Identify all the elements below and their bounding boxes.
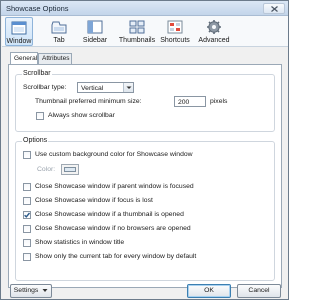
shortcuts-icon xyxy=(167,20,183,34)
tab-icon xyxy=(51,21,67,34)
cancel-label: Cancel xyxy=(248,287,270,294)
options-window: Showcase Options Window Tab Sidebar Thum… xyxy=(0,0,289,300)
toolbar-tab[interactable]: Tab xyxy=(48,17,70,46)
color-label: Color: xyxy=(37,166,56,173)
toolbar-label: Shortcuts xyxy=(160,37,190,44)
option-checkbox[interactable] xyxy=(23,253,31,261)
toolbar-label: Tab xyxy=(53,37,65,44)
general-panel: Scrollbar Scrollbar type: Vertical Thumb… xyxy=(8,64,282,288)
option-label: Close Showcase window if no browsers are… xyxy=(35,225,191,232)
option-label: Show only the current tab for every wind… xyxy=(35,253,197,260)
close-icon xyxy=(271,6,278,12)
option-label: Close Showcase window if a thumbnail is … xyxy=(35,211,184,218)
toolbar-shortcuts[interactable]: Shortcuts xyxy=(159,17,191,46)
ok-label: OK xyxy=(204,287,214,294)
tab-attributes[interactable]: Attributes xyxy=(38,53,72,64)
option-checkbox[interactable] xyxy=(23,225,31,233)
min-size-label: Thumbnail preferred minimum size: xyxy=(35,98,142,105)
window-icon xyxy=(11,21,27,35)
window-title: Showcase Options xyxy=(6,4,69,13)
dropdown-arrow xyxy=(123,83,133,92)
option-label: Show statistics in window title xyxy=(35,239,125,246)
color-swatch xyxy=(64,167,76,172)
always-show-checkbox[interactable] xyxy=(36,112,44,120)
option-checkbox-checked[interactable] xyxy=(23,211,31,219)
chevron-down-icon xyxy=(42,288,48,292)
option-label: Close Showcase window if focus is lost xyxy=(35,197,153,204)
tab-label: General xyxy=(14,55,38,62)
chevron-down-icon xyxy=(126,86,132,89)
settings-button[interactable]: Settings xyxy=(10,284,52,298)
toolbar-window[interactable]: Window xyxy=(5,17,33,46)
checkmark-icon xyxy=(24,212,31,218)
toolbar-label: Window xyxy=(6,38,32,45)
select-value: Vertical xyxy=(81,84,104,92)
toolbar-thumbnails[interactable]: Thumbnails xyxy=(118,17,156,46)
toolbar-advanced[interactable]: Advanced xyxy=(197,17,231,46)
scrollbar-type-label: Scrollbar type: xyxy=(23,84,67,91)
color-picker-button[interactable] xyxy=(61,164,79,175)
tab-label: Attributes xyxy=(42,55,70,62)
thumbnails-icon xyxy=(129,20,145,34)
options-group: Options Use custom background color for … xyxy=(15,137,275,281)
toolbar-label: Advanced xyxy=(198,37,230,44)
group-title: Scrollbar xyxy=(22,70,52,77)
ok-button[interactable]: OK xyxy=(187,284,231,298)
always-show-label: Always show scrollbar xyxy=(48,112,115,119)
min-size-unit: pixels xyxy=(210,98,228,105)
custom-bg-label: Use custom background color for Showcase… xyxy=(35,151,193,158)
cancel-button[interactable]: Cancel xyxy=(237,284,281,298)
category-toolbar: Window Tab Sidebar Thumbnails Shortcuts … xyxy=(2,16,288,47)
title-bar: Showcase Options xyxy=(1,1,288,16)
scrollbar-type-select[interactable]: Vertical xyxy=(77,82,134,93)
close-button[interactable] xyxy=(263,3,285,14)
settings-label: Settings xyxy=(13,287,39,294)
option-checkbox[interactable] xyxy=(23,183,31,191)
tab-general[interactable]: General xyxy=(10,52,38,64)
option-checkbox[interactable] xyxy=(23,239,31,247)
custom-bg-checkbox[interactable] xyxy=(23,151,31,159)
sidebar-icon xyxy=(87,20,103,34)
option-checkbox[interactable] xyxy=(23,197,31,205)
toolbar-label: Thumbnails xyxy=(118,37,156,44)
toolbar-sidebar[interactable]: Sidebar xyxy=(82,17,108,46)
gear-icon xyxy=(207,20,221,34)
toolbar-label: Sidebar xyxy=(82,37,108,44)
scrollbar-group: Scrollbar Scrollbar type: Vertical Thumb… xyxy=(15,70,275,132)
option-label: Close Showcase window if parent window i… xyxy=(35,183,194,190)
input-value: 200 xyxy=(178,98,190,106)
group-title: Options xyxy=(22,137,49,144)
min-size-input[interactable]: 200 xyxy=(174,96,206,107)
